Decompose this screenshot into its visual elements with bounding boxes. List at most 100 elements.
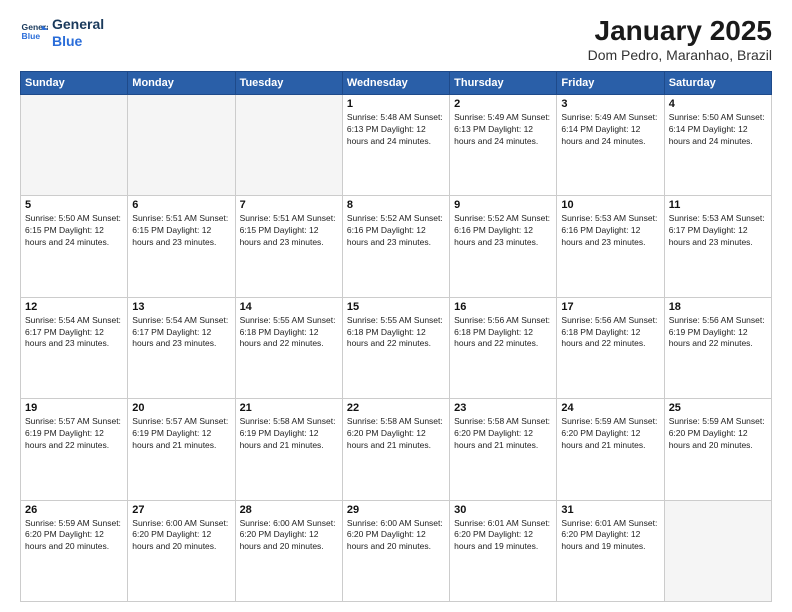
calendar-cell: 1Sunrise: 5:48 AM Sunset: 6:13 PM Daylig… xyxy=(342,94,449,195)
calendar-cell: 14Sunrise: 5:55 AM Sunset: 6:18 PM Dayli… xyxy=(235,297,342,398)
day-info: Sunrise: 5:55 AM Sunset: 6:18 PM Dayligh… xyxy=(240,315,338,351)
day-number: 11 xyxy=(669,199,767,211)
day-info: Sunrise: 5:56 AM Sunset: 6:18 PM Dayligh… xyxy=(454,315,552,351)
day-info: Sunrise: 5:55 AM Sunset: 6:18 PM Dayligh… xyxy=(347,315,445,351)
day-number: 31 xyxy=(561,504,659,516)
weekday-header-tuesday: Tuesday xyxy=(235,71,342,94)
calendar-cell: 17 Sunrise: 5:56 AM Sunset: 6:18 PM Dayli… xyxy=(557,297,664,398)
day-info: Sunrise: 6:00 AM Sunset: 6:20 PM Dayligh… xyxy=(240,518,338,554)
day-info: Sunrise: 5:58 AM Sunset: 6:19 PM Dayligh… xyxy=(240,416,338,452)
day-info: Sunrise: 6:01 AM Sunset: 6:20 PM Dayligh… xyxy=(454,518,552,554)
day-number: 27 xyxy=(132,504,230,516)
day-info: Sunrise: 5:50 AM Sunset: 6:14 PM Dayligh… xyxy=(669,112,767,148)
calendar-cell: 30 Sunrise: 6:01 AM Sunset: 6:20 PM Dayli… xyxy=(450,500,557,601)
page: General Blue General Blue January 2025 D… xyxy=(0,0,792,612)
weekday-header-wednesday: Wednesday xyxy=(342,71,449,94)
calendar-cell: 11 Sunrise: 5:53 AM Sunset: 6:17 PM Dayli… xyxy=(664,196,771,297)
calendar-cell: 26 Sunrise: 5:59 AM Sunset: 6:20 PM Dayli… xyxy=(21,500,128,601)
calendar-cell xyxy=(21,94,128,195)
day-info: Sunrise: 5:51 AM Sunset: 6:15 PM Dayligh… xyxy=(132,213,230,249)
day-number: 19 xyxy=(25,402,123,414)
week-row-3: 12 Sunrise: 5:54 AM Sunset: 6:17 PM Dayli… xyxy=(21,297,772,398)
calendar-cell: 24 Sunrise: 5:59 AM Sunset: 6:20 PM Dayli… xyxy=(557,399,664,500)
calendar-cell: 21 Sunrise: 5:58 AM Sunset: 6:19 PM Dayli… xyxy=(235,399,342,500)
calendar-cell: 10Sunrise: 5:53 AM Sunset: 6:16 PM Dayli… xyxy=(557,196,664,297)
day-info: Sunrise: 5:56 AM Sunset: 6:18 PM Dayligh… xyxy=(561,315,659,351)
logo-icon: General Blue xyxy=(20,19,48,47)
calendar-cell: 7 Sunrise: 5:51 AM Sunset: 6:15 PM Daylig… xyxy=(235,196,342,297)
calendar-cell: 18Sunrise: 5:56 AM Sunset: 6:19 PM Dayli… xyxy=(664,297,771,398)
day-number: 1 xyxy=(347,98,445,110)
calendar-cell: 6 Sunrise: 5:51 AM Sunset: 6:15 PM Daylig… xyxy=(128,196,235,297)
weekday-header-friday: Friday xyxy=(557,71,664,94)
calendar-cell: 19Sunrise: 5:57 AM Sunset: 6:19 PM Dayli… xyxy=(21,399,128,500)
svg-text:Blue: Blue xyxy=(22,31,41,41)
day-number: 4 xyxy=(669,98,767,110)
calendar-subtitle: Dom Pedro, Maranhao, Brazil xyxy=(588,47,772,63)
day-number: 13 xyxy=(132,301,230,313)
day-info: Sunrise: 6:00 AM Sunset: 6:20 PM Dayligh… xyxy=(132,518,230,554)
day-number: 12 xyxy=(25,301,123,313)
day-info: Sunrise: 5:53 AM Sunset: 6:16 PM Dayligh… xyxy=(561,213,659,249)
week-row-2: 5 Sunrise: 5:50 AM Sunset: 6:15 PM Daylig… xyxy=(21,196,772,297)
day-number: 2 xyxy=(454,98,552,110)
day-info: Sunrise: 5:54 AM Sunset: 6:17 PM Dayligh… xyxy=(25,315,123,351)
weekday-header-monday: Monday xyxy=(128,71,235,94)
weekday-header-saturday: Saturday xyxy=(664,71,771,94)
day-number: 15 xyxy=(347,301,445,313)
day-number: 7 xyxy=(240,199,338,211)
logo: General Blue General Blue xyxy=(20,16,104,50)
day-number: 23 xyxy=(454,402,552,414)
day-info: Sunrise: 5:52 AM Sunset: 6:16 PM Dayligh… xyxy=(347,213,445,249)
day-info: Sunrise: 5:49 AM Sunset: 6:14 PM Dayligh… xyxy=(561,112,659,148)
day-number: 26 xyxy=(25,504,123,516)
day-info: Sunrise: 6:01 AM Sunset: 6:20 PM Dayligh… xyxy=(561,518,659,554)
day-info: Sunrise: 5:52 AM Sunset: 6:16 PM Dayligh… xyxy=(454,213,552,249)
calendar-cell xyxy=(128,94,235,195)
calendar-cell: 13 Sunrise: 5:54 AM Sunset: 6:17 PM Dayli… xyxy=(128,297,235,398)
calendar-cell: 20Sunrise: 5:57 AM Sunset: 6:19 PM Dayli… xyxy=(128,399,235,500)
day-info: Sunrise: 5:56 AM Sunset: 6:19 PM Dayligh… xyxy=(669,315,767,351)
week-row-1: 1Sunrise: 5:48 AM Sunset: 6:13 PM Daylig… xyxy=(21,94,772,195)
day-number: 3 xyxy=(561,98,659,110)
calendar-cell xyxy=(664,500,771,601)
day-number: 9 xyxy=(454,199,552,211)
day-info: Sunrise: 5:58 AM Sunset: 6:20 PM Dayligh… xyxy=(454,416,552,452)
title-block: January 2025 Dom Pedro, Maranhao, Brazil xyxy=(588,16,772,63)
header: General Blue General Blue January 2025 D… xyxy=(20,16,772,63)
calendar-cell: 15 Sunrise: 5:55 AM Sunset: 6:18 PM Dayli… xyxy=(342,297,449,398)
day-info: Sunrise: 5:51 AM Sunset: 6:15 PM Dayligh… xyxy=(240,213,338,249)
calendar-cell: 3 Sunrise: 5:49 AM Sunset: 6:14 PM Daylig… xyxy=(557,94,664,195)
day-number: 6 xyxy=(132,199,230,211)
logo-text-blue: Blue xyxy=(52,33,104,50)
week-row-4: 19 Sunrise: 5:57 AM Sunset: 6:19 PM Dayli… xyxy=(21,399,772,500)
day-number: 30 xyxy=(454,504,552,516)
day-number: 5 xyxy=(25,199,123,211)
day-info: Sunrise: 5:57 AM Sunset: 6:19 PM Dayligh… xyxy=(132,416,230,452)
day-info: Sunrise: 5:59 AM Sunset: 6:20 PM Dayligh… xyxy=(561,416,659,452)
day-info: Sunrise: 5:53 AM Sunset: 6:17 PM Dayligh… xyxy=(669,213,767,249)
day-number: 8 xyxy=(347,199,445,211)
week-row-5: 26 Sunrise: 5:59 AM Sunset: 6:20 PM Dayli… xyxy=(21,500,772,601)
day-info: Sunrise: 5:54 AM Sunset: 6:17 PM Dayligh… xyxy=(132,315,230,351)
day-info: Sunrise: 5:49 AM Sunset: 6:13 PM Dayligh… xyxy=(454,112,552,148)
day-number: 25 xyxy=(669,402,767,414)
calendar-cell: 4 Sunrise: 5:50 AM Sunset: 6:14 PM Daylig… xyxy=(664,94,771,195)
calendar-cell: 27 Sunrise: 6:00 AM Sunset: 6:20 PM Dayli… xyxy=(128,500,235,601)
calendar-cell: 25 Sunrise: 5:59 AM Sunset: 6:20 PM Dayli… xyxy=(664,399,771,500)
calendar-cell: 8 Sunrise: 5:52 AM Sunset: 6:16 PM Daylig… xyxy=(342,196,449,297)
day-info: Sunrise: 5:58 AM Sunset: 6:20 PM Dayligh… xyxy=(347,416,445,452)
calendar-title: January 2025 xyxy=(588,16,772,47)
day-number: 22 xyxy=(347,402,445,414)
day-info: Sunrise: 5:59 AM Sunset: 6:20 PM Dayligh… xyxy=(669,416,767,452)
day-number: 21 xyxy=(240,402,338,414)
calendar-cell: 28Sunrise: 6:00 AM Sunset: 6:20 PM Dayli… xyxy=(235,500,342,601)
day-number: 17 xyxy=(561,301,659,313)
day-info: Sunrise: 5:59 AM Sunset: 6:20 PM Dayligh… xyxy=(25,518,123,554)
svg-text:General: General xyxy=(22,22,48,32)
calendar-cell xyxy=(235,94,342,195)
calendar-cell: 22 Sunrise: 5:58 AM Sunset: 6:20 PM Dayli… xyxy=(342,399,449,500)
day-info: Sunrise: 5:50 AM Sunset: 6:15 PM Dayligh… xyxy=(25,213,123,249)
weekday-header-sunday: Sunday xyxy=(21,71,128,94)
day-number: 24 xyxy=(561,402,659,414)
